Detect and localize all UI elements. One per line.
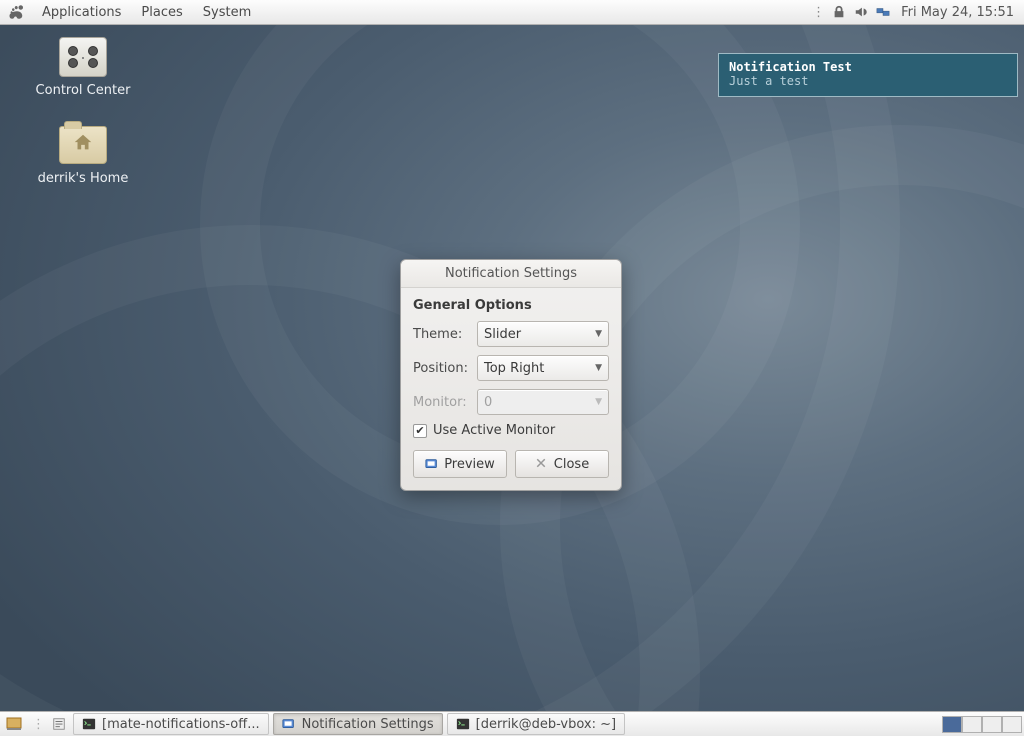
desktop-icon-label: Control Center (28, 83, 138, 98)
terminal-icon (82, 717, 96, 731)
theme-combo[interactable]: Slider ▼ (477, 321, 609, 347)
workspace-2[interactable] (962, 716, 982, 733)
show-desktop-icon[interactable] (4, 714, 24, 734)
taskbar-label: Notification Settings (302, 717, 434, 732)
clock[interactable]: Fri May 24, 15:51 (897, 5, 1014, 20)
menu-applications[interactable]: Applications (32, 0, 131, 25)
workspace-1[interactable] (942, 716, 962, 733)
monitor-label: Monitor: (413, 395, 471, 410)
notification-title: Notification Test (729, 60, 1007, 74)
position-label: Position: (413, 361, 471, 376)
taskbar-item-mate-notifications[interactable]: [mate-notifications-off... (73, 713, 269, 735)
close-label: Close (554, 457, 589, 472)
position-combo[interactable]: Top Right ▼ (477, 355, 609, 381)
launcher-icon[interactable] (49, 714, 69, 734)
workspace-3[interactable] (982, 716, 1002, 733)
position-value: Top Right (484, 361, 544, 376)
taskbar-item-terminal[interactable]: [derrik@deb-vbox: ~] (447, 713, 625, 735)
terminal-icon (456, 717, 470, 731)
dialog-icon (282, 717, 296, 731)
volume-icon[interactable] (853, 4, 869, 20)
taskbar-item-notification-settings[interactable]: Notification Settings (273, 713, 443, 735)
workspace-switcher[interactable] (942, 716, 1022, 733)
desktop-icon-home[interactable]: derrik's Home (28, 125, 138, 186)
taskbar-label: [mate-notifications-off... (102, 717, 260, 732)
workspace-4[interactable] (1002, 716, 1022, 733)
preview-label: Preview (444, 457, 495, 472)
notification-body: Just a test (729, 74, 1007, 88)
theme-label: Theme: (413, 327, 471, 342)
taskbar-label: [derrik@deb-vbox: ~] (476, 717, 616, 732)
gnome-foot-icon[interactable] (8, 3, 26, 21)
separator-icon: ⋮ (812, 5, 825, 20)
chevron-down-icon: ▼ (595, 397, 602, 407)
separator-icon: ⋮ (32, 717, 45, 732)
chevron-down-icon: ▼ (595, 363, 602, 373)
network-icon[interactable] (875, 4, 891, 20)
preview-button[interactable]: Preview (413, 450, 507, 478)
preview-icon (425, 457, 439, 471)
system-tray: ⋮ Fri May 24, 15:51 (812, 4, 1024, 20)
notification-settings-dialog: Notification Settings General Options Th… (400, 259, 622, 491)
folder-icon (59, 126, 107, 164)
menu-places[interactable]: Places (131, 0, 192, 25)
close-button[interactable]: Close (515, 450, 609, 478)
use-active-monitor-row[interactable]: ✔ Use Active Monitor (413, 423, 609, 438)
notification-toast[interactable]: Notification Test Just a test (718, 53, 1018, 97)
menu-system[interactable]: System (193, 0, 261, 25)
chevron-down-icon: ▼ (595, 329, 602, 339)
dialog-title: Notification Settings (401, 260, 621, 288)
desktop[interactable]: Control Center derrik's Home Notificatio… (0, 25, 1024, 711)
monitor-value: 0 (484, 395, 492, 410)
close-icon (535, 457, 549, 471)
use-active-monitor-label: Use Active Monitor (433, 423, 555, 438)
monitor-combo: 0 ▼ (477, 389, 609, 415)
lock-icon[interactable] (831, 4, 847, 20)
section-general-options: General Options (413, 298, 609, 313)
theme-value: Slider (484, 327, 521, 342)
control-center-icon (59, 37, 107, 77)
checkbox-icon[interactable]: ✔ (413, 424, 427, 438)
desktop-icon-label: derrik's Home (28, 171, 138, 186)
bottom-panel: ⋮ [mate-notifications-off... Notificatio… (0, 711, 1024, 736)
top-panel: Applications Places System ⋮ Fri May 24,… (0, 0, 1024, 25)
desktop-icon-control-center[interactable]: Control Center (28, 37, 138, 98)
